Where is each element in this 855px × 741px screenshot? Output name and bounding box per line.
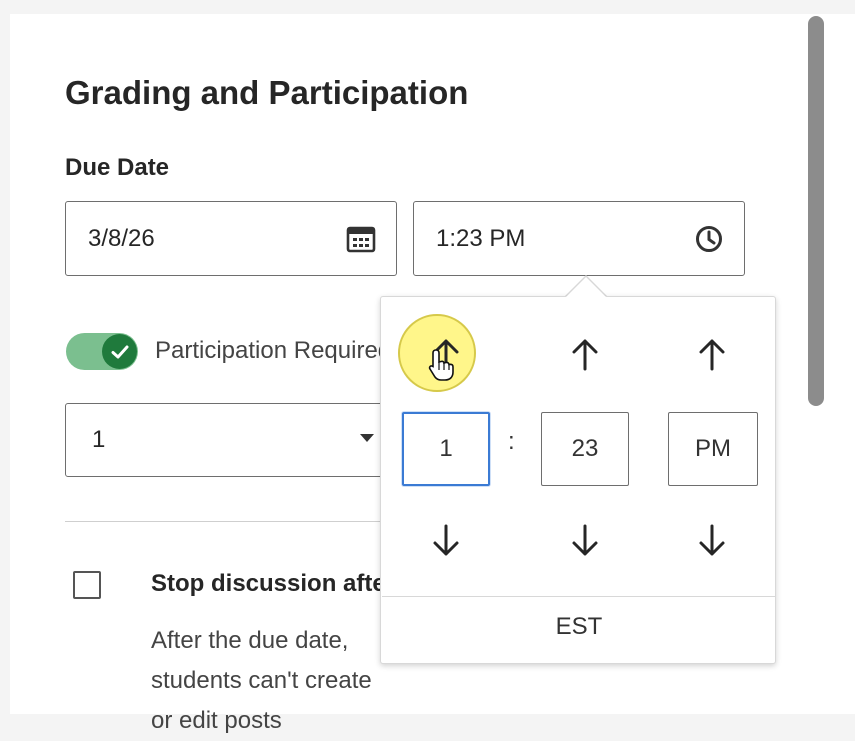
due-date-label: Due Date [65,154,170,181]
check-icon [102,334,137,369]
hour-input[interactable]: 1 [402,412,490,486]
scrollbar-thumb[interactable] [808,16,824,406]
picker-divider [382,596,776,597]
section-title: Grading and Participation [65,74,469,111]
stop-discussion-label: Stop discussion after due date [151,570,381,597]
arrow-up-icon [572,339,598,371]
minute-value: 23 [571,435,599,462]
meridiem-input[interactable]: PM [668,412,758,486]
minute-input[interactable]: 23 [541,412,629,486]
participation-count-select[interactable]: 1 [65,403,395,477]
meridiem-value: PM [695,435,731,462]
arrow-down-icon [433,524,459,556]
calendar-icon[interactable] [346,225,376,253]
popover-notch-inner [566,277,606,297]
arrow-down-icon [699,524,725,556]
timezone-label: EST [555,613,603,640]
hand-pointer-icon [428,349,454,381]
minute-up-button[interactable] [560,329,610,379]
participation-count-value: 1 [92,426,106,453]
meridiem-down-button[interactable] [687,516,737,566]
due-date-input[interactable]: 3/8/26 [65,201,397,276]
meridiem-up-button[interactable] [687,329,737,379]
chevron-down-icon [360,434,374,442]
minute-down-button[interactable] [560,516,610,566]
arrow-up-icon [699,339,725,371]
clock-icon[interactable] [694,224,724,254]
arrow-down-icon [572,524,598,556]
due-time-value: 1:23 PM [436,224,526,252]
section-divider [65,521,395,522]
stop-discussion-description: After the due date, students can't creat… [151,627,372,734]
participation-toggle[interactable] [66,333,138,370]
participation-label: Participation Required [155,337,380,364]
stop-discussion-checkbox[interactable] [73,571,101,599]
time-separator: : [508,428,515,455]
due-time-input[interactable]: 1:23 PM [413,201,745,276]
due-date-value: 3/8/26 [88,224,155,252]
hour-down-button[interactable] [421,516,471,566]
hour-value: 1 [439,435,453,462]
